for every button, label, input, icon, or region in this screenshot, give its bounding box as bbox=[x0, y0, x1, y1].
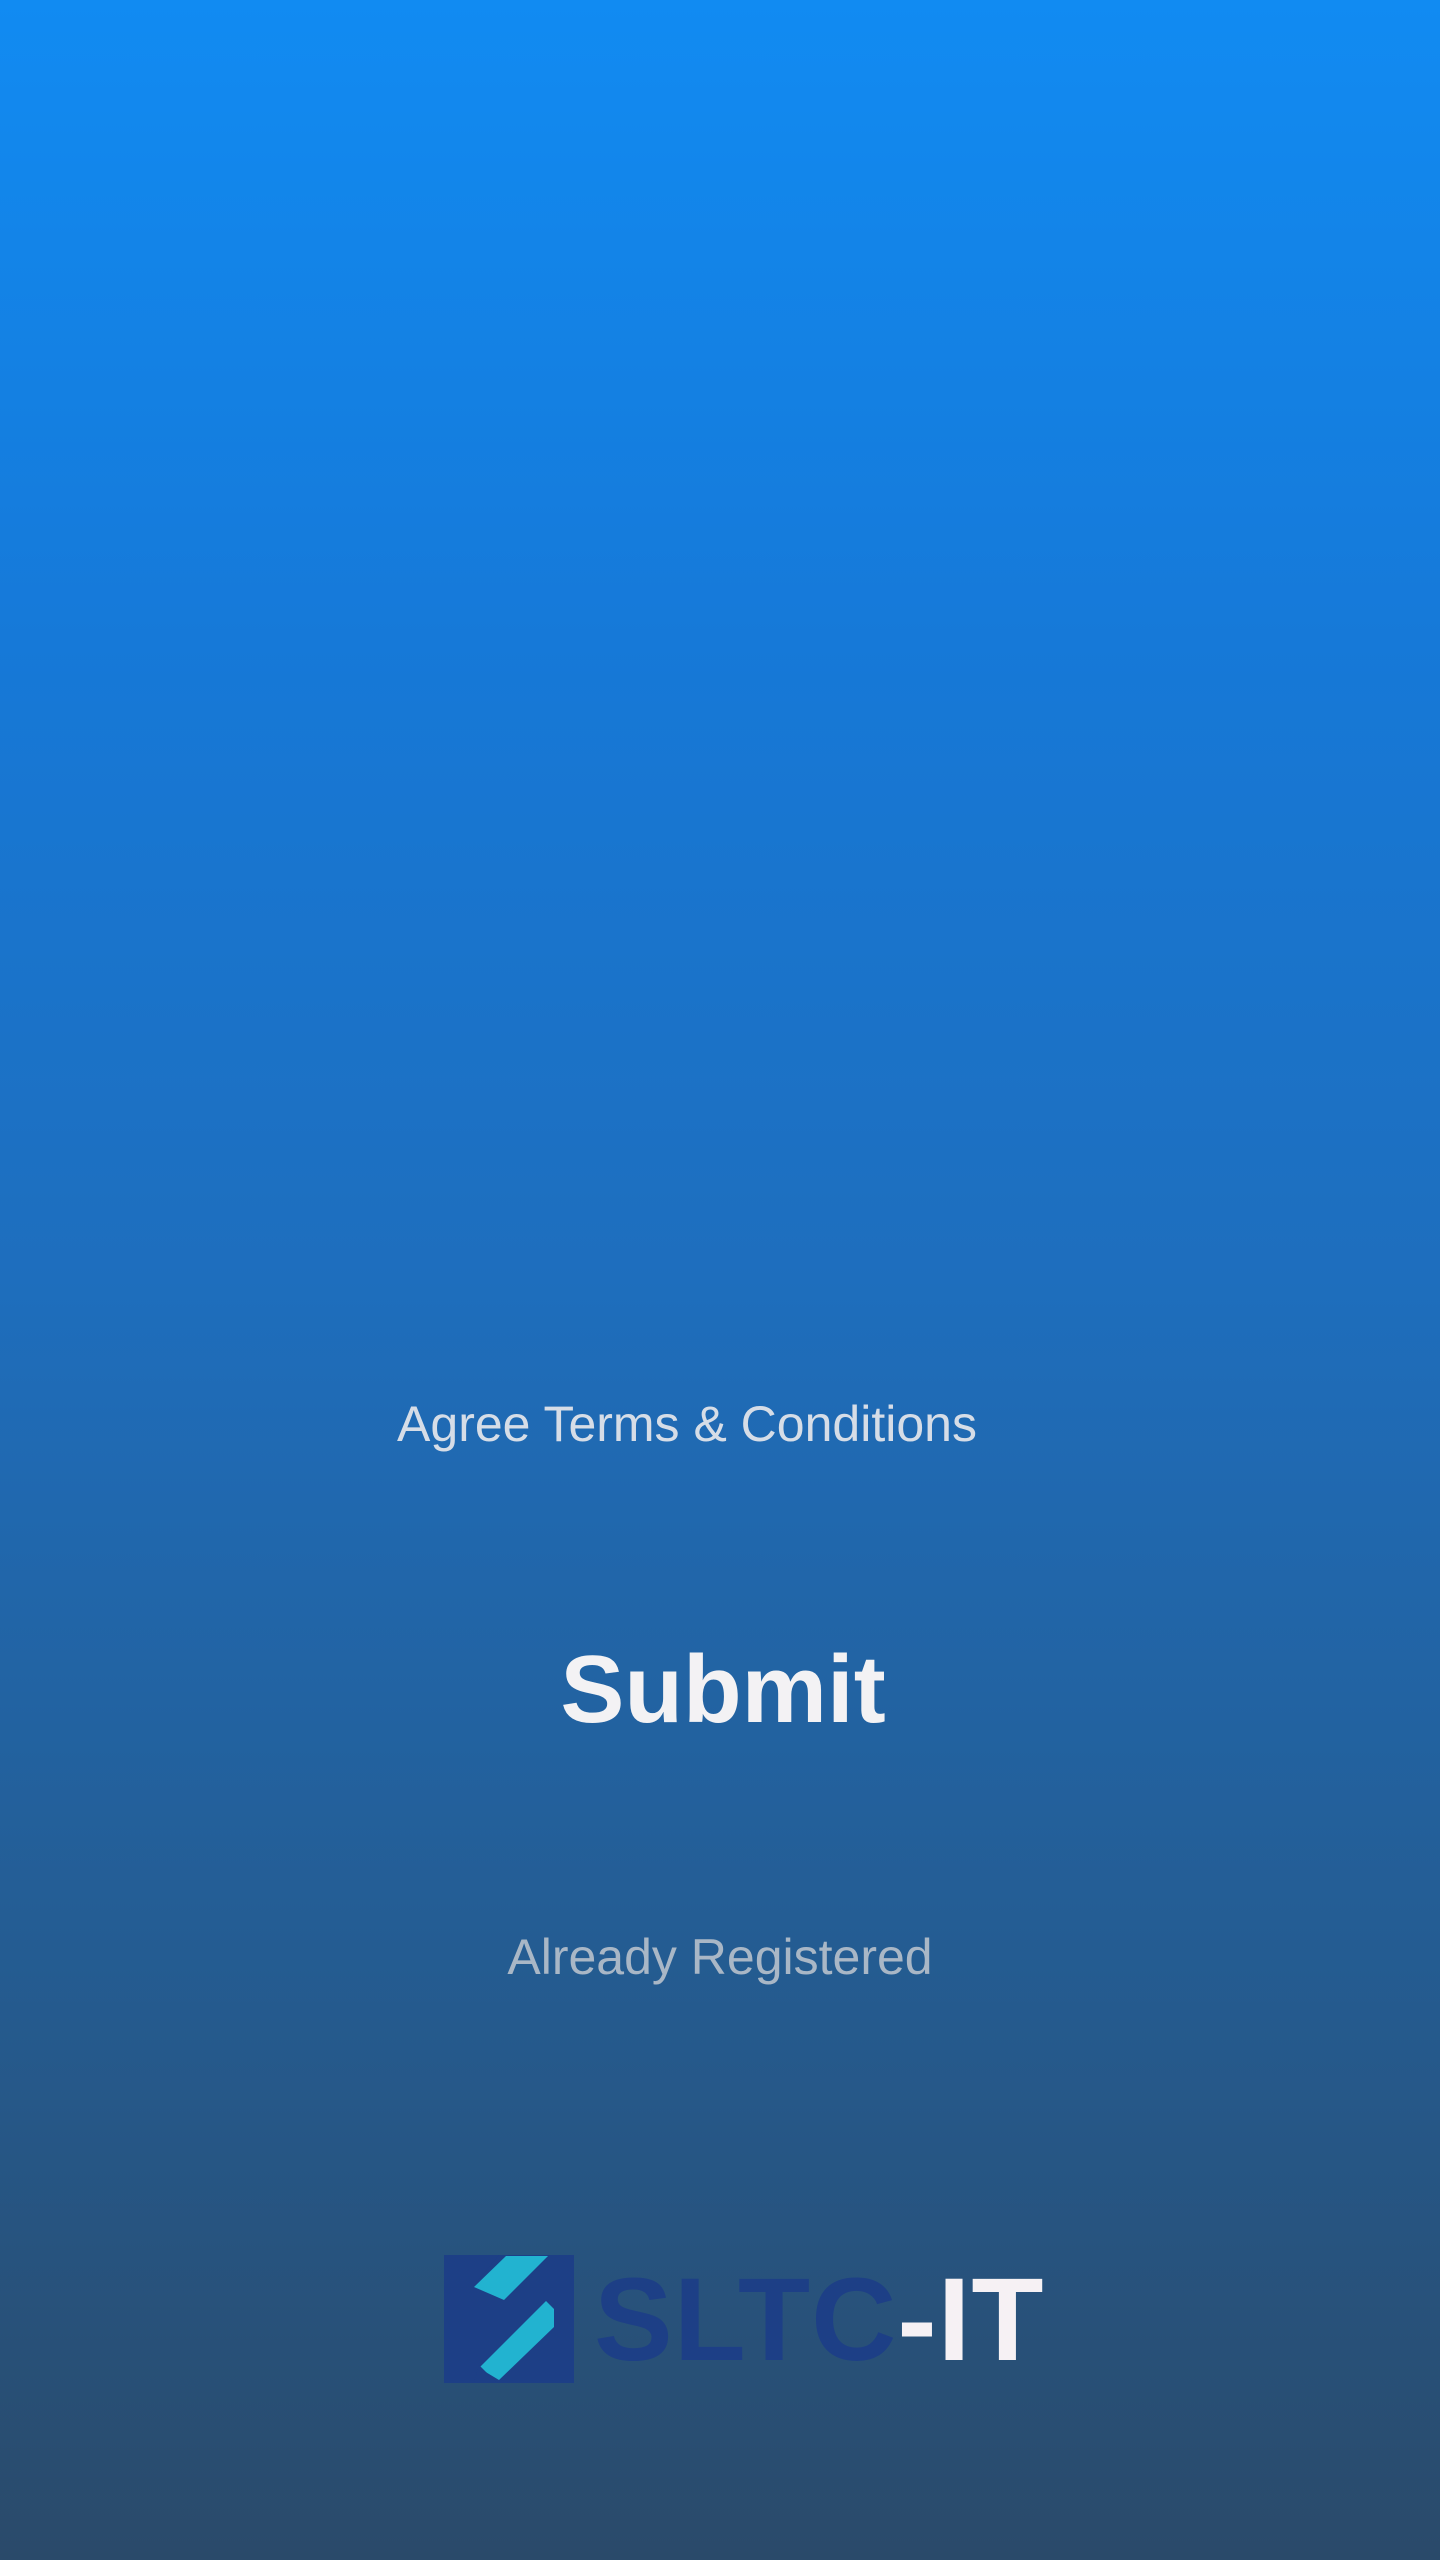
sltc-logo-icon bbox=[444, 2255, 574, 2383]
brand-name: SLTC-IT bbox=[594, 2255, 1045, 2385]
agree-terms-link[interactable]: Agree Terms & Conditions bbox=[0, 1392, 1374, 1456]
registration-screen: Agree Terms & Conditions Submit Already … bbox=[0, 0, 1440, 2560]
already-registered-link[interactable]: Already Registered bbox=[0, 1925, 1440, 1989]
brand-name-primary: SLTC bbox=[594, 2254, 898, 2386]
brand-name-suffix: -IT bbox=[897, 2254, 1045, 2386]
submit-button[interactable]: Submit bbox=[450, 1620, 996, 1760]
brand-logo: SLTC-IT bbox=[444, 2255, 1043, 2385]
